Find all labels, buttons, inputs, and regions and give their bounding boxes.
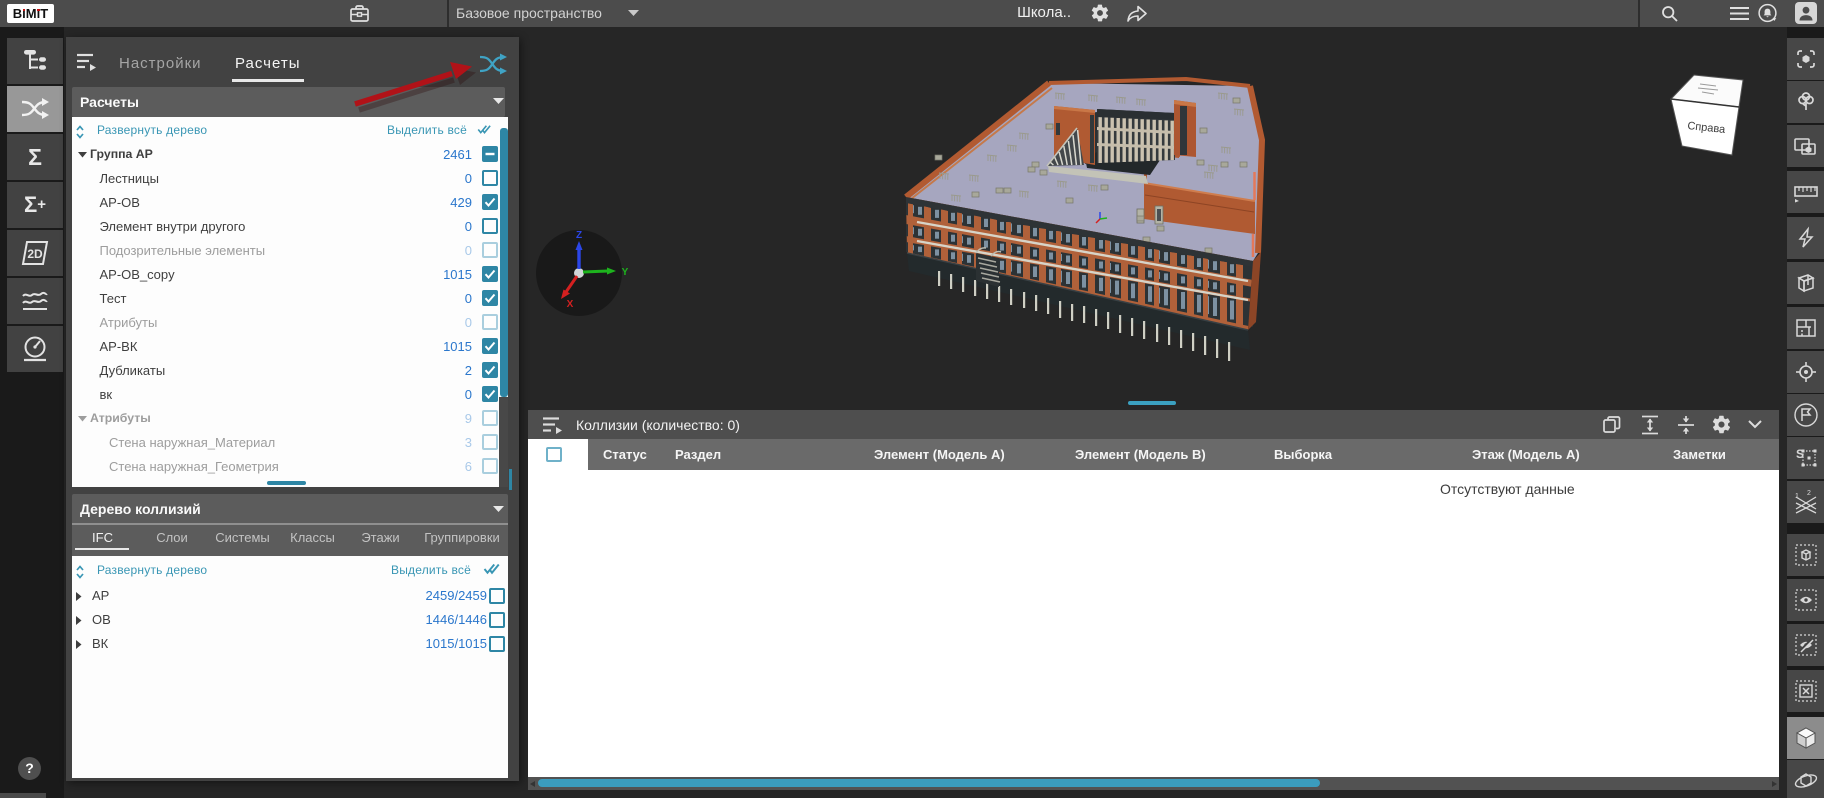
svg-text:Z: Z [576,230,582,241]
svg-text:1: 1 [1795,493,1799,500]
svg-text:2D: 2D [27,247,43,261]
svg-text:2: 2 [1807,490,1811,497]
svg-text:X: X [567,299,574,310]
svg-text:Y: Y [622,267,629,278]
